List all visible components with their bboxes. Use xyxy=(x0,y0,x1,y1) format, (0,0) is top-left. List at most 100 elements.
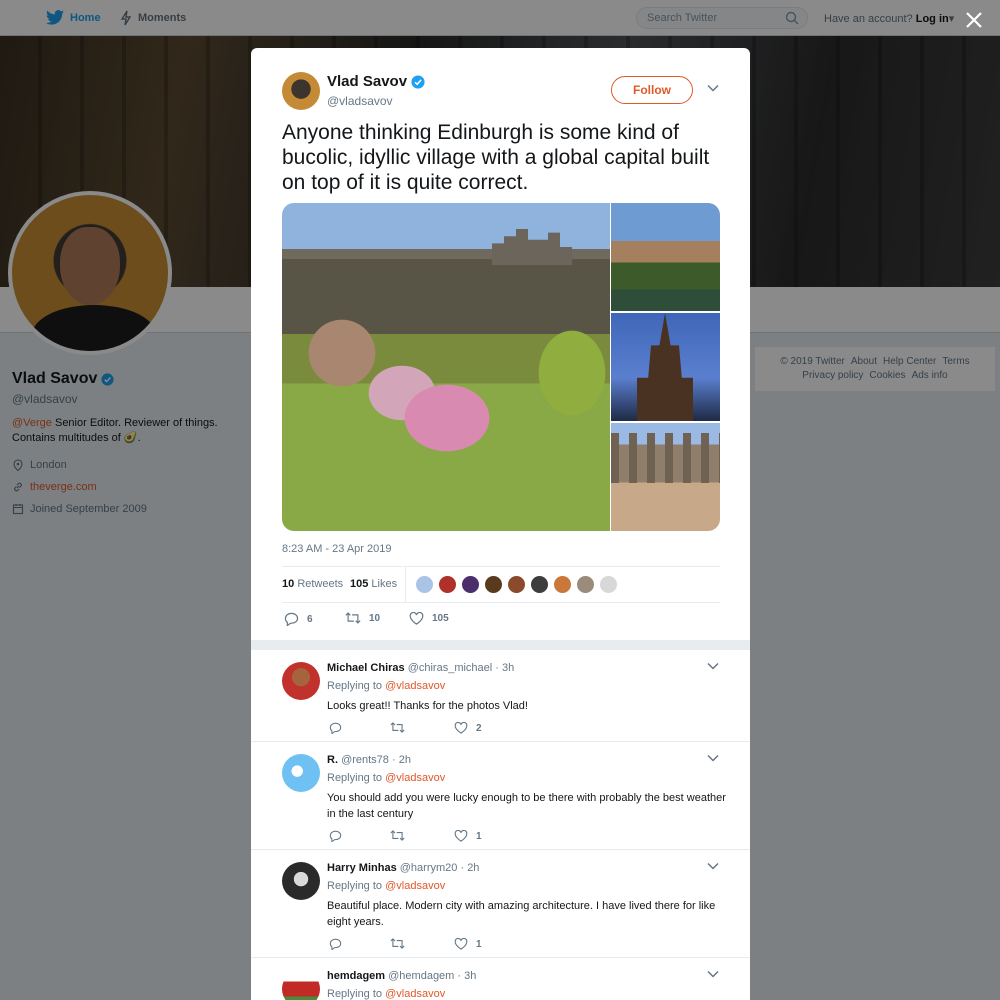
avatar[interactable] xyxy=(530,575,549,594)
retweet-button[interactable] xyxy=(390,938,405,949)
reply-header: R. @rents78 · 2h xyxy=(327,754,411,766)
reply-icon xyxy=(329,938,342,950)
tweet-text: Anyone thinking Edinburgh is some kind o… xyxy=(282,121,710,194)
reply-header: Harry Minhas @harrym20 · 2h xyxy=(327,862,479,874)
replying-prefix: Replying to xyxy=(327,880,383,892)
likes-stat[interactable]: 105 Likes xyxy=(350,578,397,590)
tweet-actions: 6 10 105 xyxy=(282,610,720,632)
reply-author-handle[interactable]: @harrym20 xyxy=(400,862,458,874)
reply-time[interactable]: · 2h xyxy=(460,862,479,874)
retweet-button[interactable] xyxy=(390,830,405,841)
reply-like-count: 1 xyxy=(476,830,482,842)
reply-actions: 1 xyxy=(327,830,627,846)
reply-like-count: 1 xyxy=(476,938,482,950)
likes-count: 105 xyxy=(350,578,369,590)
reply-item[interactable]: Michael Chiras @chiras_michael · 3h Repl… xyxy=(251,650,750,742)
avatar[interactable] xyxy=(282,862,320,900)
retweet-button[interactable]: 10 xyxy=(345,612,380,624)
reply-author-handle[interactable]: @hemdagem xyxy=(388,970,454,982)
retweet-icon xyxy=(390,830,405,841)
replying-to-link[interactable]: @vladsavov xyxy=(385,772,445,784)
reply-icon xyxy=(329,830,342,842)
retweets-label: Retweets xyxy=(297,578,344,590)
reply-author-name[interactable]: Michael Chiras xyxy=(327,662,405,674)
reply-icon xyxy=(284,612,299,626)
reply-author-name[interactable]: hemdagem xyxy=(327,970,385,982)
likes-label: Likes xyxy=(371,578,398,590)
reply-item[interactable]: hemdagem @hemdagem · 3h Replying to @vla… xyxy=(251,958,750,1000)
reply-button[interactable] xyxy=(329,938,342,950)
avatar[interactable] xyxy=(415,575,434,594)
avatar[interactable] xyxy=(282,754,320,792)
avatar[interactable] xyxy=(507,575,526,594)
reply-text: Looks great!! Thanks for the photos Vlad… xyxy=(327,700,528,712)
retweet-icon xyxy=(345,612,361,624)
avatar[interactable] xyxy=(576,575,595,594)
chevron-down-icon[interactable] xyxy=(707,862,719,870)
avatar[interactable] xyxy=(599,575,618,594)
reply-text: Beautiful place. Modern city with amazin… xyxy=(327,900,716,928)
avatar[interactable] xyxy=(438,575,457,594)
verified-badge-icon xyxy=(411,74,425,89)
avatar[interactable] xyxy=(282,662,320,700)
reply-actions: 1 xyxy=(327,938,627,954)
stats-divider xyxy=(405,567,406,603)
replying-to: Replying to @vladsavov xyxy=(327,680,445,692)
reply-author-name[interactable]: Harry Minhas xyxy=(327,862,397,874)
reply-author-name[interactable]: R. xyxy=(327,754,338,766)
reply-time[interactable]: · 3h xyxy=(457,970,476,982)
tweet-author-name-text: Vlad Savov xyxy=(327,73,408,90)
like-button[interactable]: 1 xyxy=(454,938,482,950)
reply-icon xyxy=(329,722,342,734)
heart-icon xyxy=(454,938,468,950)
reply-button[interactable] xyxy=(329,722,342,734)
like-count: 105 xyxy=(432,613,449,624)
chevron-down-icon[interactable] xyxy=(707,970,719,978)
avatar[interactable] xyxy=(282,970,320,1000)
reply-author-handle[interactable]: @rents78 xyxy=(341,754,389,766)
reply-button[interactable] xyxy=(329,830,342,842)
reply-item[interactable]: R. @rents78 · 2h Replying to @vladsavov … xyxy=(251,742,750,850)
reply-item[interactable]: Harry Minhas @harrym20 · 2h Replying to … xyxy=(251,850,750,958)
follow-button[interactable]: Follow xyxy=(611,76,693,104)
replying-prefix: Replying to xyxy=(327,772,383,784)
replying-to-link[interactable]: @vladsavov xyxy=(385,880,445,892)
retweets-stat[interactable]: 10 Retweets xyxy=(282,578,343,590)
retweet-count: 10 xyxy=(369,612,381,624)
heart-icon xyxy=(454,722,468,734)
like-button[interactable]: 105 xyxy=(409,612,449,625)
reply-actions: 2 xyxy=(327,722,627,738)
reply-header: Michael Chiras @chiras_michael · 3h xyxy=(327,662,514,674)
heart-icon xyxy=(409,612,424,625)
likers-avatars xyxy=(415,575,618,594)
chevron-down-icon[interactable] xyxy=(707,662,719,670)
reply-button[interactable]: 6 xyxy=(284,612,313,626)
like-button[interactable]: 1 xyxy=(454,830,482,842)
chevron-down-icon[interactable] xyxy=(707,754,719,762)
avatar[interactable] xyxy=(484,575,503,594)
tweet-author-handle[interactable]: @vladsavov xyxy=(327,94,393,108)
close-icon[interactable] xyxy=(962,8,986,32)
replying-to-link[interactable]: @vladsavov xyxy=(385,680,445,692)
replying-to-link[interactable]: @vladsavov xyxy=(385,988,445,1000)
reply-like-count: 2 xyxy=(476,722,482,734)
replying-to: Replying to @vladsavov xyxy=(327,880,445,892)
tweet-author-avatar[interactable] xyxy=(282,72,320,110)
like-button[interactable]: 2 xyxy=(454,722,482,734)
retweet-icon xyxy=(390,722,405,733)
reply-count: 6 xyxy=(307,613,313,625)
avatar[interactable] xyxy=(553,575,572,594)
tweet-media-grid xyxy=(282,203,720,531)
tweet-modal: Vlad Savov @vladsavov Follow Anyone thin… xyxy=(251,48,750,1000)
photo-dean-village[interactable] xyxy=(611,203,720,311)
tweet-author-name[interactable]: Vlad Savov xyxy=(327,73,425,90)
replying-to: Replying to @vladsavov xyxy=(327,988,445,1000)
reply-author-handle[interactable]: @chiras_michael xyxy=(408,662,493,674)
retweet-button[interactable] xyxy=(390,722,405,733)
reply-time[interactable]: · 3h xyxy=(495,662,514,674)
tweet-timestamp[interactable]: 8:23 AM - 23 Apr 2019 xyxy=(282,543,391,555)
replying-to: Replying to @vladsavov xyxy=(327,772,445,784)
chevron-down-icon[interactable] xyxy=(707,84,719,92)
avatar[interactable] xyxy=(461,575,480,594)
reply-time[interactable]: · 2h xyxy=(392,754,411,766)
